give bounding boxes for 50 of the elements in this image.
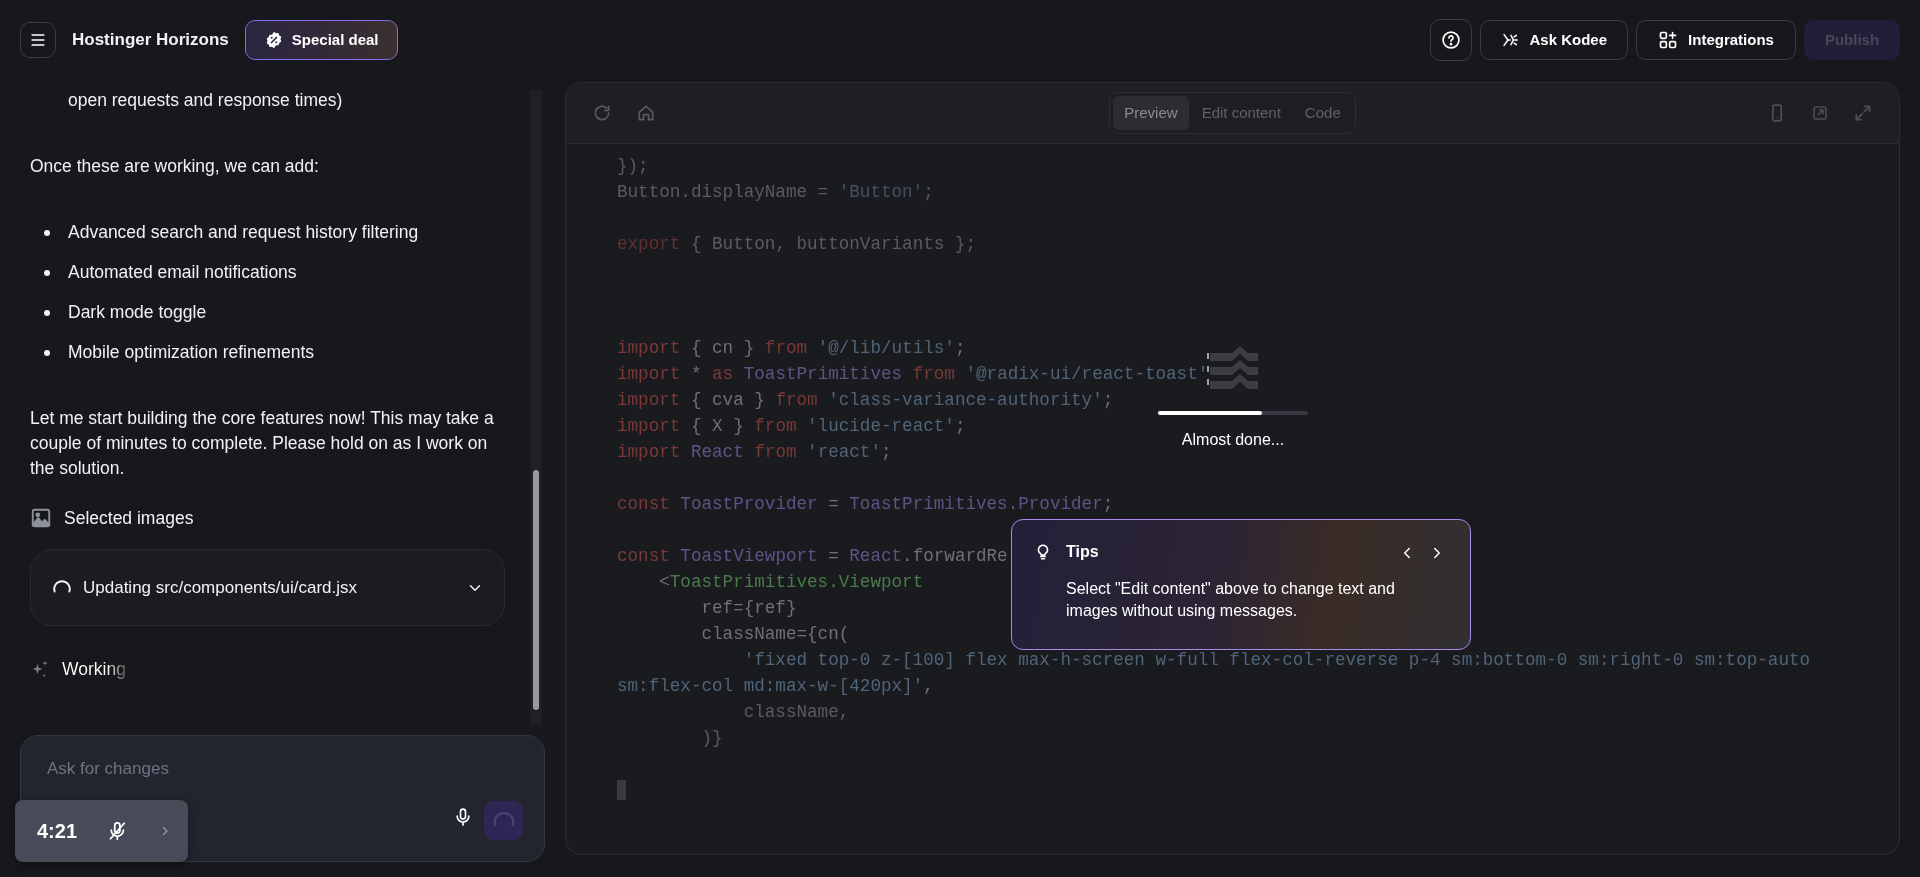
code-line: <ToastPrimitives.Viewport <box>658 571 924 594</box>
code-line: className, <box>742 701 850 724</box>
image-icon <box>30 507 52 530</box>
list-item-text: Dark mode toggle <box>68 301 207 325</box>
code-line: ref={ref} <box>700 597 797 620</box>
integrations-icon <box>1658 30 1679 50</box>
task-label: Updating src/components/ui/card.jsx <box>83 577 359 599</box>
ask-kodee-button[interactable]: Ask Kodee <box>1480 20 1628 60</box>
menu-button[interactable] <box>20 22 56 58</box>
home-icon[interactable] <box>636 103 656 123</box>
code-line: }); <box>617 155 649 178</box>
help-icon <box>1441 30 1461 50</box>
integrations-button[interactable]: Integrations <box>1636 20 1796 60</box>
scrollbar[interactable] <box>530 90 542 725</box>
list-item-text: Automated email notifications <box>68 261 297 285</box>
brand-name: Hostinger Horizons <box>72 29 229 52</box>
bullet <box>44 309 50 316</box>
tips-title: Tips <box>1066 542 1100 562</box>
code-line: import { cva } from 'class-variance-authority'; <box>617 389 1114 412</box>
code-line: )} <box>700 727 723 750</box>
code-line: export { Button, buttonVariants }; <box>617 233 976 256</box>
code-line: sm:flex-col md:max-w-[420px]', <box>617 675 934 698</box>
message-text: Let me start building the core features now! This may take a couple of minutes to complete. Please hold on as I work on the solution. <box>30 407 495 480</box>
list-item-text: Mobile optimization refinements <box>68 341 315 365</box>
bullet <box>44 269 50 276</box>
code-line: const ToastViewport = React.forwardRe <box>617 545 1008 568</box>
message-text: Once these are working, we can add: <box>30 155 320 178</box>
view-tab[interactable]: Preview <box>1113 95 1189 131</box>
recording-time: 4:21 <box>37 819 78 844</box>
bullet <box>44 229 50 236</box>
code-line: import React from 'react'; <box>617 441 892 464</box>
message-text: open requests and response times) <box>67 89 344 112</box>
text-cursor <box>617 780 626 800</box>
task-card[interactable]: Updating src/components/ui/card.jsx <box>30 549 505 627</box>
bullet <box>44 349 50 356</box>
code-line: className={cn( <box>700 623 850 646</box>
code-line: import { X } from 'lucide-react'; <box>617 415 966 438</box>
code-line: import * as ToastPrimitives from '@radix-ui/react-toast' <box>617 363 1209 386</box>
loading-text: Almost done... <box>1180 430 1286 450</box>
attachment-label: Selected images <box>64 507 194 530</box>
code-line: 'fixed top-0 z-[100] flex max-h-screen w-full flex-col-reverse p-4 sm:bottom-0 sm:right-0 sm:top-auto <box>742 649 1811 672</box>
list-item-text: Advanced search and request history filtering <box>68 221 419 245</box>
tip-text: Select "Edit content" above to change text and images without using messages. <box>1066 579 1396 621</box>
help-button[interactable] <box>1430 19 1472 61</box>
code-line: Button.displayName = 'Button'; <box>617 181 934 204</box>
refresh-icon[interactable] <box>592 103 612 123</box>
special-deal-button[interactable]: Special deal <box>244 20 398 60</box>
microphone-icon <box>453 806 473 827</box>
code-line: import { cn } from '@/lib/utils'; <box>617 337 966 360</box>
code-line: const ToastProvider = ToastPrimitives.Provider; <box>617 493 1114 516</box>
